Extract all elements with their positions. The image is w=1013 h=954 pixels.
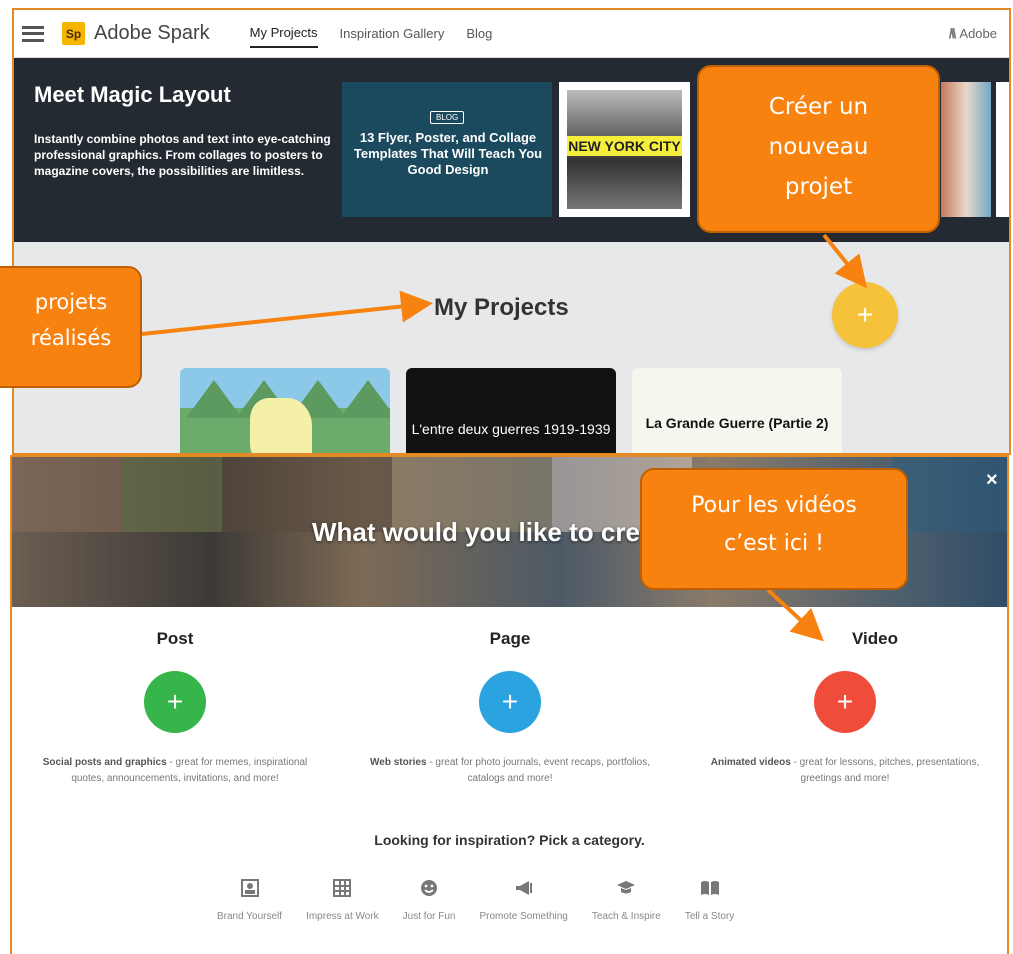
project-title: La Grande Guerre (Partie 2) (645, 415, 829, 431)
banner-card-nyc[interactable]: NEW YORK CITY (559, 82, 690, 217)
banner-card-next[interactable] (996, 82, 1009, 217)
grid-icon (306, 875, 379, 901)
banner-card-title: 13 Flyer, Poster, and Collage Templates … (353, 130, 543, 177)
callout-line: réalisés (30, 326, 112, 350)
callout-video: Pour les vidéos c’est ici ! (640, 468, 908, 590)
category-label: Teach & Inspire (591, 911, 661, 922)
collage-photo (12, 457, 122, 532)
category-brand-yourself[interactable]: Brand Yourself (217, 875, 282, 922)
collage-photo (122, 457, 222, 532)
brand-name: Adobe Spark (94, 22, 210, 44)
smiley-icon (403, 875, 456, 901)
banner-title: Meet Magic Layout (34, 82, 231, 107)
desc-bold: Web stories (370, 757, 427, 768)
category-just-for-fun[interactable]: Just for Fun (402, 875, 456, 922)
my-projects-section: My Projects + L'entre deux guerres 1919-… (14, 242, 1009, 453)
category-label: Tell a Story (684, 911, 735, 922)
callout-line: Pour les vidéos (691, 493, 857, 518)
banner-card-blog[interactable]: BLOG 13 Flyer, Poster, and Collage Templ… (342, 82, 552, 217)
project-card-grande-guerre[interactable]: La Grande Guerre (Partie 2) (632, 368, 842, 453)
option-page-description: Web stories - great for photo journals, … (365, 755, 655, 787)
desc-rest: - great for photo journals, event recaps… (426, 757, 650, 784)
option-page: Page + Web stories - great for photo jou… (365, 629, 655, 787)
menu-icon[interactable] (22, 25, 44, 42)
category-promote-something[interactable]: Promote Something (479, 875, 568, 922)
callout-projects-done: projets réalisés (0, 266, 142, 388)
blog-tag: BLOG (430, 111, 465, 124)
book-icon (685, 875, 734, 901)
top-nav: Sp Adobe Spark My Projects Inspiration G… (14, 10, 1009, 58)
mountain-shape (186, 380, 242, 418)
category-tell-a-story[interactable]: Tell a Story (685, 875, 734, 922)
create-video-button[interactable]: + (814, 671, 876, 733)
callout-line: c’est ici ! (724, 531, 824, 556)
france-map-shape (250, 398, 312, 453)
nav-my-projects[interactable]: My Projects (249, 19, 318, 48)
spark-logo: Sp (62, 22, 85, 45)
dialog-title: What would you like to cre (312, 517, 640, 547)
nyc-photo: NEW YORK CITY (567, 90, 682, 209)
option-post-title: Post (156, 629, 194, 648)
callout-line: projets (34, 290, 108, 314)
option-post-description: Social posts and graphics - great for me… (30, 755, 320, 787)
new-project-button[interactable]: + (832, 282, 898, 348)
adobe-label: Adobe (959, 25, 997, 41)
callout-line: Créer un (768, 94, 869, 120)
desc-rest: - great for lessons, pitches, presentati… (790, 757, 980, 784)
project-title: L'entre deux guerres 1919-1939 (411, 421, 611, 437)
category-label: Promote Something (479, 911, 568, 922)
desc-bold: Animated videos (710, 757, 791, 768)
category-label: Just for Fun (402, 911, 456, 922)
adobe-logo-icon: /\\ (948, 25, 957, 41)
graduation-cap-icon (592, 875, 661, 901)
callout-line: projet (784, 174, 853, 200)
option-video: Video + Animated videos - great for less… (700, 629, 990, 787)
option-video-description: Animated videos - great for lessons, pit… (700, 755, 990, 787)
mountain-shape (340, 380, 390, 418)
option-page-title: Page (489, 629, 531, 648)
create-post-button[interactable]: + (144, 671, 206, 733)
desc-bold: Social posts and graphics (42, 757, 167, 768)
category-impress-at-work[interactable]: Impress at Work (306, 875, 379, 922)
category-teach-inspire[interactable]: Teach & Inspire (592, 875, 661, 922)
projects-title: My Projects (434, 294, 569, 321)
portrait-icon (217, 875, 282, 901)
nav-blog[interactable]: Blog (466, 20, 492, 47)
close-icon[interactable]: × (986, 469, 998, 492)
project-card-entre-deux-guerres[interactable]: L'entre deux guerres 1919-1939 (406, 368, 616, 453)
option-video-title: Video (852, 629, 898, 648)
category-label: Brand Yourself (217, 911, 283, 922)
banner-card-climbing[interactable] (941, 82, 991, 217)
adobe-link[interactable]: /\\ Adobe (949, 25, 997, 41)
category-list: Brand Yourself Impress at Work Just for … (217, 875, 758, 922)
inspiration-title: Looking for inspiration? Pick a category… (374, 832, 645, 848)
nyc-title: NEW YORK CITY (567, 136, 682, 156)
megaphone-icon (479, 875, 567, 901)
option-post: Post + Social posts and graphics - great… (30, 629, 320, 787)
nav-inspiration-gallery[interactable]: Inspiration Gallery (340, 20, 445, 47)
callout-new-project: Créer un nouveau projet (697, 65, 940, 233)
create-page-button[interactable]: + (479, 671, 541, 733)
banner-text: Instantly combine photos and text into e… (34, 132, 331, 178)
category-label: Impress at Work (306, 911, 379, 922)
callout-line: nouveau (768, 134, 869, 160)
project-card-map[interactable] (180, 368, 390, 453)
